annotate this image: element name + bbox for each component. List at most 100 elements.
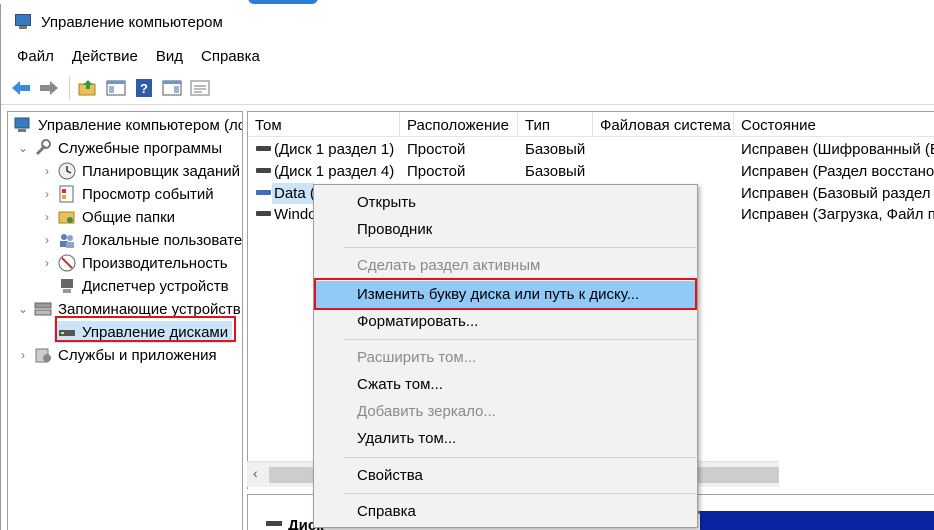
tools-icon xyxy=(34,139,52,157)
highlight-frame xyxy=(314,278,697,310)
users-icon xyxy=(58,231,76,249)
disk-icon xyxy=(266,521,282,526)
forward-button[interactable] xyxy=(38,77,60,99)
menu-separator xyxy=(344,493,696,494)
chevron-right-icon[interactable]: › xyxy=(40,164,54,178)
menu-action[interactable]: Действие xyxy=(72,48,138,65)
menu-item-help[interactable]: Справка xyxy=(315,498,696,526)
navigation-tree: Управление компьютером (лс ⌄ Служебные п… xyxy=(7,111,243,530)
tree-item-performance[interactable]: › Производительность xyxy=(40,252,228,274)
title-bar: Управление компьютером xyxy=(1,4,934,40)
tree-item-label: Производительность xyxy=(82,254,228,272)
arrow-left-icon xyxy=(12,80,30,95)
column-header-status[interactable]: Состояние xyxy=(734,112,934,137)
scroll-left-icon[interactable]: ‹ xyxy=(253,465,258,481)
menu-item-add-mirror: Добавить зеркало... xyxy=(357,403,496,420)
computer-management-icon xyxy=(15,14,33,30)
partition-bar-primary[interactable] xyxy=(700,511,934,530)
tree-item-root[interactable]: Управление компьютером (лс xyxy=(10,114,243,136)
column-header-type[interactable]: Тип xyxy=(518,112,593,137)
performance-icon xyxy=(58,254,76,272)
tree-item-label: Запоминающие устройств xyxy=(58,300,241,318)
menu-separator xyxy=(344,247,696,248)
toolbar: ? xyxy=(1,71,934,105)
svg-text:?: ? xyxy=(140,81,148,96)
cell-volume: (Диск 1 раздел 1) xyxy=(274,141,395,158)
menu-separator xyxy=(344,339,696,340)
menu-item-shrink[interactable]: Сжать том... xyxy=(315,371,696,399)
chevron-down-icon[interactable]: ⌄ xyxy=(16,302,30,316)
menu-view[interactable]: Вид xyxy=(156,48,183,65)
services-icon xyxy=(34,346,52,364)
tree-item-shared-folders[interactable]: › Общие папки xyxy=(40,206,175,228)
cell-type: Базовый xyxy=(525,163,586,180)
tree-item-task-scheduler[interactable]: › Планировщик заданий xyxy=(40,160,240,182)
cell-volume: (Диск 1 раздел 4) xyxy=(274,163,395,180)
tree-item-device-manager[interactable]: Диспетчер устройств xyxy=(54,275,229,297)
action-pane-icon xyxy=(162,80,182,95)
tree-item-services-apps[interactable]: › Службы и приложения xyxy=(16,344,217,366)
menu-file[interactable]: Файл xyxy=(17,48,54,65)
context-menu: Открыть Проводник Сделать раздел активны… xyxy=(313,184,698,528)
cell-status: Исправен (Базовый раздел д xyxy=(741,185,934,202)
properties-icon xyxy=(190,80,210,95)
console-tree-icon xyxy=(106,80,126,95)
column-header-volume[interactable]: Том xyxy=(248,112,400,137)
clock-icon xyxy=(58,162,76,180)
show-hide-tree-button[interactable] xyxy=(105,77,127,99)
column-header-filesystem[interactable]: Файловая система xyxy=(593,112,734,137)
chevron-right-icon[interactable]: › xyxy=(16,348,30,362)
cell-layout: Простой xyxy=(407,163,466,180)
cell-volume: Data ( xyxy=(274,185,315,202)
tree-item-label: Просмотр событий xyxy=(82,185,214,203)
device-manager-icon xyxy=(58,277,76,295)
menu-help[interactable]: Справка xyxy=(201,48,260,65)
computer-management-window: Управление компьютером Файл Действие Вид… xyxy=(0,4,934,530)
table-header: Том Расположение Тип Файловая система Со… xyxy=(248,112,934,137)
tree-item-local-users[interactable]: › Локальные пользовате xyxy=(40,229,242,251)
cell-status: Исправен (Загрузка, Файл по xyxy=(741,206,934,223)
tree-item-root-label: Управление компьютером (лс xyxy=(38,116,243,134)
volume-icon xyxy=(256,190,271,195)
help-icon: ? xyxy=(136,78,152,97)
menu-item-properties[interactable]: Свойства xyxy=(315,462,696,490)
highlight-frame xyxy=(55,316,236,342)
tree-item-label: Общие папки xyxy=(82,208,176,226)
cell-type: Базовый xyxy=(525,141,586,158)
menu-item-open[interactable]: Открыть xyxy=(315,189,696,217)
menu-bar: Файл Действие Вид Справка xyxy=(1,44,260,68)
cell-volume: Windo xyxy=(274,206,317,223)
back-button[interactable] xyxy=(10,77,32,99)
storage-icon xyxy=(34,300,52,318)
properties-button[interactable] xyxy=(189,77,211,99)
chevron-right-icon[interactable]: › xyxy=(40,233,54,247)
tree-item-label: Службы и приложения xyxy=(58,346,217,364)
show-action-pane-button[interactable] xyxy=(161,77,183,99)
column-header-layout[interactable]: Расположение xyxy=(400,112,518,137)
chevron-right-icon[interactable]: › xyxy=(40,210,54,224)
menu-item-mark-active: Сделать раздел активным xyxy=(357,257,541,274)
tree-item-event-viewer[interactable]: › Просмотр событий xyxy=(40,183,214,205)
computer-management-icon xyxy=(14,116,32,134)
tree-item-label: Служебные программы xyxy=(58,139,222,157)
up-folder-button[interactable] xyxy=(77,77,99,99)
chevron-down-icon[interactable]: ⌄ xyxy=(16,141,30,155)
menu-separator xyxy=(344,457,696,458)
volume-icon xyxy=(256,211,271,216)
tree-item-label: Диспетчер устройств xyxy=(82,277,229,295)
help-button[interactable]: ? xyxy=(133,77,155,99)
tree-item-label: Планировщик заданий xyxy=(82,162,240,180)
menu-item-format[interactable]: Форматировать... xyxy=(315,308,696,336)
volume-icon xyxy=(256,168,271,173)
chevron-right-icon[interactable]: › xyxy=(40,256,54,270)
window-title: Управление компьютером xyxy=(41,13,223,31)
shared-folder-icon xyxy=(58,208,76,226)
chevron-right-icon[interactable]: › xyxy=(40,187,54,201)
volume-icon xyxy=(256,146,271,151)
tree-item-system-tools[interactable]: ⌄ Служебные программы xyxy=(16,137,222,159)
menu-item-explorer[interactable]: Проводник xyxy=(315,216,696,244)
cell-layout: Простой xyxy=(407,141,466,158)
cell-status: Исправен (Раздел восстанов xyxy=(741,163,934,180)
event-viewer-icon xyxy=(58,185,76,203)
menu-item-delete[interactable]: Удалить том... xyxy=(315,425,696,453)
